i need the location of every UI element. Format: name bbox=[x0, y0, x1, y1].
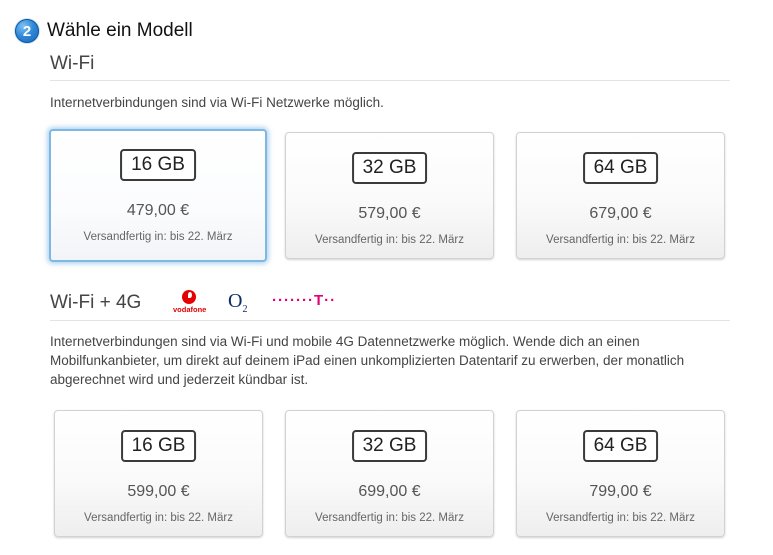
model-selection-page: 2 Wähle ein Modell Wi-Fi Internetverbind… bbox=[0, 0, 773, 555]
wifi-section-divider bbox=[50, 80, 730, 81]
telekom-logo: ·······T·· bbox=[272, 292, 337, 309]
capacity-label: 64 GB bbox=[582, 152, 659, 184]
capacity-label: 32 GB bbox=[351, 152, 428, 184]
price-label: 579,00 € bbox=[358, 205, 421, 222]
price-label: 679,00 € bbox=[589, 205, 652, 222]
shipping-info: Versandfertig in: bis 22. März bbox=[84, 512, 233, 524]
model-card-wifi-16gb[interactable]: 16 GB 479,00 € Versandfertig in: bis 22.… bbox=[49, 129, 267, 262]
cellular-description: Internetverbindungen sind via Wi-Fi und … bbox=[50, 334, 685, 387]
o2-logo-text: O bbox=[228, 290, 243, 312]
model-card-cellular-32gb[interactable]: 32 GB 699,00 € Versandfertig in: bis 22.… bbox=[285, 410, 494, 537]
o2-logo: O2 bbox=[228, 290, 247, 315]
capacity-label: 64 GB bbox=[582, 430, 659, 462]
shipping-info: Versandfertig in: bis 22. März bbox=[83, 231, 233, 243]
price-label: 479,00 € bbox=[126, 202, 190, 219]
wifi-section-title: Wi-Fi bbox=[50, 53, 95, 74]
step-number-badge: 2 bbox=[15, 19, 39, 43]
price-label: 799,00 € bbox=[589, 483, 652, 500]
price-label: 599,00 € bbox=[127, 483, 190, 500]
vodafone-speechmark-icon bbox=[182, 290, 196, 304]
capacity-label: 16 GB bbox=[120, 149, 196, 181]
shipping-info: Versandfertig in: bis 22. März bbox=[315, 512, 464, 524]
cellular-section-title: Wi-Fi + 4G bbox=[50, 292, 142, 313]
shipping-info: Versandfertig in: bis 22. März bbox=[546, 234, 695, 246]
step-header: 2 Wähle ein Modell bbox=[15, 19, 193, 43]
model-card-wifi-32gb[interactable]: 32 GB 579,00 € Versandfertig in: bis 22.… bbox=[285, 132, 494, 259]
vodafone-logo-text: vodafone bbox=[173, 305, 207, 314]
vodafone-logo: vodafone bbox=[173, 290, 207, 316]
capacity-label: 32 GB bbox=[351, 430, 428, 462]
shipping-info: Versandfertig in: bis 22. März bbox=[315, 234, 464, 246]
model-card-wifi-64gb[interactable]: 64 GB 679,00 € Versandfertig in: bis 22.… bbox=[516, 132, 725, 259]
cellular-section-divider bbox=[50, 320, 730, 321]
step-title: Wähle ein Modell bbox=[47, 20, 193, 41]
capacity-label: 16 GB bbox=[120, 430, 197, 462]
shipping-info: Versandfertig in: bis 22. März bbox=[546, 512, 695, 524]
model-card-cellular-64gb[interactable]: 64 GB 799,00 € Versandfertig in: bis 22.… bbox=[516, 410, 725, 537]
model-card-cellular-16gb[interactable]: 16 GB 599,00 € Versandfertig in: bis 22.… bbox=[54, 410, 263, 537]
wifi-description: Internetverbindungen sind via Wi-Fi Netz… bbox=[50, 95, 384, 110]
o2-logo-subscript: 2 bbox=[242, 304, 248, 315]
price-label: 699,00 € bbox=[358, 483, 421, 500]
